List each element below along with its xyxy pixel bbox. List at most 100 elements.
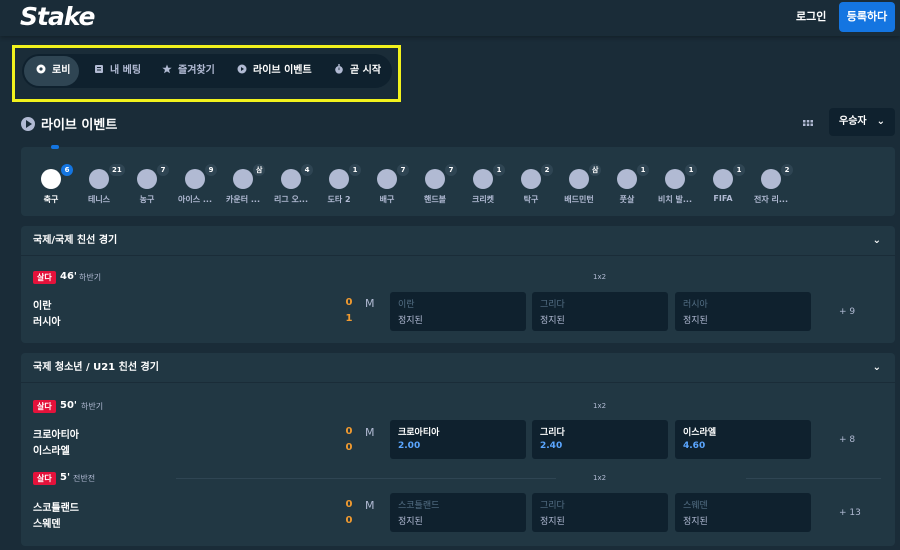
market-label: 1x2 <box>593 402 607 410</box>
more-markets-button[interactable]: + 13 <box>839 508 861 518</box>
sport-label: 비치 발... <box>658 195 692 204</box>
stats-icon[interactable]: М <box>365 426 375 439</box>
match-minute: 5' <box>60 472 71 483</box>
match-period: 하반기 <box>79 273 102 282</box>
more-markets-button[interactable]: + 9 <box>839 307 855 317</box>
sport-item-badminton[interactable]: 삼 배드민턴 <box>555 147 603 216</box>
beach-volleyball-icon <box>665 169 685 189</box>
odds-button-draw[interactable]: 그리다 2.40 <box>532 420 668 459</box>
odds-value: 정지된 <box>398 517 423 527</box>
match-row[interactable]: 살다 50' 하반기 1x2 크로아티아 이스라엘 0 0 М 크로아티아 2.… <box>21 383 895 465</box>
sport-label: 배드민턴 <box>564 195 594 204</box>
odds-button-home[interactable]: 크로아티아 2.00 <box>390 420 526 459</box>
league-header[interactable]: 국제 청소년 / U21 친선 경기 ⌄ <box>21 353 895 383</box>
sport-item-dota-2[interactable]: 1 도타 2 <box>315 147 363 216</box>
sport-label: 탁구 <box>523 195 539 204</box>
tab-favorites[interactable]: 즐겨찾기 <box>150 56 225 86</box>
team-away: 러시아 <box>33 317 61 328</box>
section-title-text: 라이브 이벤트 <box>41 118 118 133</box>
register-button[interactable]: 등록하다 <box>839 2 895 32</box>
sport-item-basketball[interactable]: 7 농구 <box>123 147 171 216</box>
odds-button-away[interactable]: 러시아 정지된 <box>675 292 811 331</box>
sport-item-beach-volleyball[interactable]: 1 비치 발... <box>651 147 699 216</box>
sport-label: 전자 리... <box>754 195 788 204</box>
market-select-value: 우승자 <box>839 116 867 127</box>
counter-strike-icon <box>233 169 253 189</box>
odds-button-draw[interactable]: 그리다 정지된 <box>532 493 668 532</box>
odds-value: 정지된 <box>683 316 708 326</box>
sport-count-badge: 1 <box>733 164 745 176</box>
sport-label: 테니스 <box>87 195 111 204</box>
sport-label: 도타 2 <box>327 195 351 204</box>
odds-outcome: 그리다 <box>540 428 565 438</box>
live-badge: 살다 <box>33 400 56 413</box>
sport-item-table-tennis[interactable]: 2 탁구 <box>507 147 555 216</box>
odds-button-home[interactable]: 이란 정지된 <box>390 292 526 331</box>
stake-logo[interactable]: Stake <box>20 2 96 31</box>
tab-my-bets[interactable]: 내 베팅 <box>82 56 150 86</box>
sport-count-badge: 6 <box>61 164 73 176</box>
sport-item-fifa[interactable]: 1 FIFA <box>699 147 747 216</box>
tab-lobby[interactable]: 로비 <box>24 56 79 86</box>
top-bar: Stake 로그인 등록하다 <box>0 0 900 36</box>
match-minute: 46' <box>60 271 77 282</box>
odds-outcome: 크로아티아 <box>398 428 440 438</box>
match-period: 전반전 <box>73 474 96 483</box>
badminton-icon <box>569 169 589 189</box>
login-button[interactable]: 로그인 <box>788 6 834 28</box>
market-label: 1x2 <box>593 273 607 281</box>
score-home: 0 <box>345 426 353 437</box>
league-name: 국제 청소년 / U21 친선 경기 <box>33 362 159 373</box>
team-home: 크로아티아 <box>33 430 79 441</box>
odds-button-draw[interactable]: 그리다 정지된 <box>532 292 668 331</box>
stats-icon[interactable]: М <box>365 499 375 512</box>
play-circle-icon <box>21 117 35 131</box>
team-home: 이란 <box>33 301 52 312</box>
futsal-icon <box>617 169 637 189</box>
odds-outcome: 러시아 <box>683 300 708 310</box>
stats-icon[interactable]: М <box>365 297 375 310</box>
basketball-icon <box>137 169 157 189</box>
star-icon <box>162 64 172 74</box>
tab-label: 곧 시작 <box>350 65 382 76</box>
soccer-icon <box>41 169 61 189</box>
grid-view-icon[interactable] <box>796 114 820 132</box>
odds-value: 정지된 <box>683 517 708 527</box>
match-row[interactable]: 살다 46' 하반기 1x2 이란 러시아 0 1 М 이란 정지된 그리다 정… <box>21 256 895 343</box>
market-select[interactable]: 우승자 ⌄ <box>829 108 895 136</box>
sport-item-handball[interactable]: 7 핸드볼 <box>411 147 459 216</box>
odds-button-home[interactable]: 스코틀랜드 정지된 <box>390 493 526 532</box>
play-icon <box>237 64 247 74</box>
tab-live-events[interactable]: 라이브 이벤트 <box>225 56 325 86</box>
more-markets-button[interactable]: + 8 <box>839 435 855 445</box>
league-card: 국제 청소년 / U21 친선 경기 ⌄ 살다 50' 하반기 1x2 크로아티… <box>21 353 895 546</box>
sports-bar: 6 축구 21 테니스 7 농구 9 아이스 ... 삼 카운터 ... 4 리… <box>21 145 895 216</box>
league-header[interactable]: 국제/국제 친선 경기 ⌄ <box>21 226 895 256</box>
dota-icon <box>329 169 349 189</box>
sport-label: 농구 <box>139 195 155 204</box>
odds-button-away[interactable]: 스웨덴 정지된 <box>675 493 811 532</box>
tab-starting-soon[interactable]: 곧 시작 <box>322 56 388 86</box>
sport-count-badge: 1 <box>637 164 649 176</box>
sport-item-cricket[interactable]: 1 크리켓 <box>459 147 507 216</box>
sport-label: 풋살 <box>619 195 635 204</box>
team-away: 스웨덴 <box>33 519 61 530</box>
sport-item-ice-hockey[interactable]: 9 아이스 ... <box>171 147 219 216</box>
sport-item-volleyball[interactable]: 7 배구 <box>363 147 411 216</box>
stopwatch-icon <box>335 64 343 74</box>
sport-count-badge: 1 <box>685 164 697 176</box>
sports-nav-tabs: 로비 내 베팅 즐겨찾기 라이브 이벤트 곧 시작 <box>22 54 392 88</box>
sport-item-counter-strike[interactable]: 삼 카운터 ... <box>219 147 267 216</box>
sport-item-league-of-legends[interactable]: 4 리그 오... <box>267 147 315 216</box>
sport-item-soccer[interactable]: 6 축구 <box>27 145 75 216</box>
sport-label: 카운터 ... <box>226 195 260 204</box>
odds-button-away[interactable]: 이스라엘 4.60 <box>675 420 811 459</box>
score-away: 1 <box>345 313 353 324</box>
sport-item-tennis[interactable]: 21 테니스 <box>75 147 125 216</box>
sport-item-e-league[interactable]: 2 전자 리... <box>747 147 795 216</box>
sport-label: 크리켓 <box>471 195 495 204</box>
odds-value: 2.00 <box>398 441 421 451</box>
score-home: 0 <box>345 297 353 308</box>
sport-item-futsal[interactable]: 1 풋살 <box>603 147 651 216</box>
match-row[interactable]: 살다 5' 전반전 1x2 스코틀랜드 스웨덴 0 0 М 스코틀랜드 정지된 … <box>21 465 895 546</box>
